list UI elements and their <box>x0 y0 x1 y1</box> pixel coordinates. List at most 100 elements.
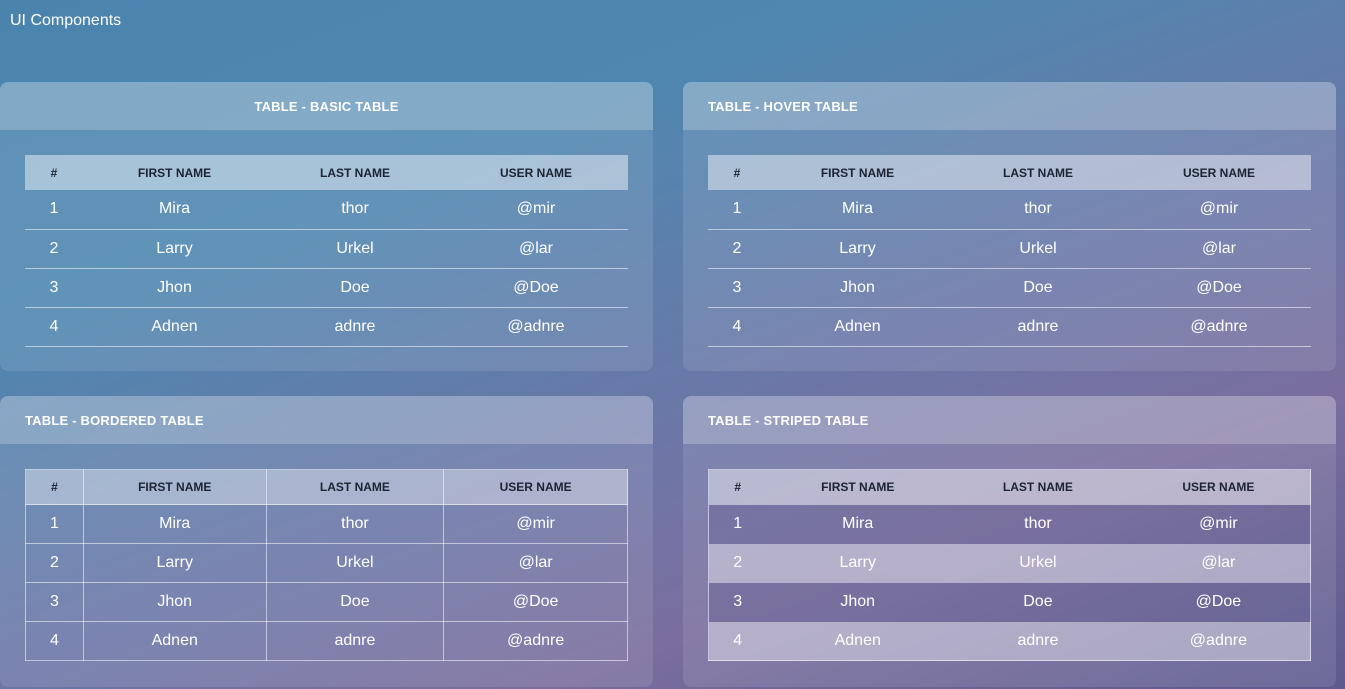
table-row[interactable]: 4 Adnen adnre @adnre <box>708 307 1311 347</box>
cell-num: 2 <box>25 229 83 269</box>
cell-last-name: adnre <box>265 621 445 661</box>
cell-first-name: Adnen <box>766 307 949 347</box>
card-title: TABLE - BORDERED TABLE <box>0 396 653 444</box>
table-row[interactable]: 3 Jhon Doe @Doe <box>708 268 1311 308</box>
cell-first-name: Mira <box>82 504 267 544</box>
cell-user-name: @lar <box>1126 543 1311 583</box>
cell-num: 1 <box>25 190 83 230</box>
cell-user-name: @adnre <box>1127 307 1311 347</box>
cell-last-name: Doe <box>949 268 1127 308</box>
cell-last-name: adnre <box>949 621 1127 661</box>
column-header-user-name: USER NAME <box>1127 155 1311 190</box>
basic-table-card: TABLE - BASIC TABLE # FIRST NAME LAST NA… <box>0 82 653 371</box>
table-row: 4 Adnen adnre @adnre <box>25 621 628 661</box>
card-title: TABLE - STRIPED TABLE <box>683 396 1336 444</box>
cell-last-name: Doe <box>266 268 444 308</box>
cell-last-name: adnre <box>949 307 1127 347</box>
cell-last-name: Doe <box>265 582 445 622</box>
table-row: 3 Jhon Doe @Doe <box>25 268 628 308</box>
cell-last-name: Urkel <box>949 229 1127 269</box>
column-header-last-name: LAST NAME <box>266 155 444 190</box>
column-header-num: # <box>25 155 83 190</box>
cell-num: 3 <box>25 582 84 622</box>
cell-last-name: Urkel <box>266 229 444 269</box>
table-row[interactable]: 1 Mira thor @mir <box>708 190 1311 230</box>
column-header-num: # <box>708 155 766 190</box>
cell-first-name: Adnen <box>82 621 267 661</box>
column-header-first-name: FIRST NAME <box>766 155 949 190</box>
bordered-table-card: TABLE - BORDERED TABLE # FIRST NAME LAST… <box>0 396 653 687</box>
cell-num: 3 <box>25 268 83 308</box>
table-row: 1 Mira thor @mir <box>25 190 628 230</box>
hover-table: # FIRST NAME LAST NAME USER NAME 1 Mira … <box>708 155 1311 347</box>
table-row: 3 Jhon Doe @Doe <box>25 582 628 622</box>
cell-num: 2 <box>708 229 766 269</box>
cell-user-name: @mir <box>444 190 628 230</box>
cell-first-name: Adnen <box>766 621 950 661</box>
column-header-user-name: USER NAME <box>1126 469 1311 505</box>
table-row: 2 Larry Urkel @lar <box>25 229 628 269</box>
hover-table-card: TABLE - HOVER TABLE # FIRST NAME LAST NA… <box>683 82 1336 371</box>
cell-first-name: Larry <box>766 543 950 583</box>
cell-first-name: Jhon <box>82 582 267 622</box>
column-header-first-name: FIRST NAME <box>83 155 266 190</box>
cell-user-name: @Doe <box>1126 582 1311 622</box>
cell-first-name: Mira <box>766 190 949 230</box>
basic-table: # FIRST NAME LAST NAME USER NAME 1 Mira … <box>25 155 628 347</box>
column-header-last-name: LAST NAME <box>265 469 445 505</box>
table-row: 2 Larry Urkel @lar <box>708 543 1311 583</box>
column-header-last-name: LAST NAME <box>949 469 1127 505</box>
cell-first-name: Adnen <box>83 307 266 347</box>
striped-table-card: TABLE - STRIPED TABLE # FIRST NAME LAST … <box>683 396 1336 687</box>
table-row: 4 Adnen adnre @adnre <box>708 621 1311 661</box>
cell-user-name: @Doe <box>1127 268 1311 308</box>
cell-first-name: Jhon <box>766 582 950 622</box>
cell-user-name: @lar <box>444 229 628 269</box>
cell-num: 3 <box>708 582 767 622</box>
cell-user-name: @lar <box>1127 229 1311 269</box>
cell-last-name: Doe <box>949 582 1127 622</box>
cell-last-name: thor <box>949 504 1127 544</box>
cell-num: 2 <box>25 543 84 583</box>
cell-user-name: @lar <box>443 543 628 583</box>
column-header-user-name: USER NAME <box>444 155 628 190</box>
table-row[interactable]: 2 Larry Urkel @lar <box>708 229 1311 269</box>
column-header-num: # <box>25 469 84 505</box>
bordered-table: # FIRST NAME LAST NAME USER NAME 1 Mira … <box>25 469 628 661</box>
cell-user-name: @mir <box>443 504 628 544</box>
cell-last-name: thor <box>949 190 1127 230</box>
table-row: 3 Jhon Doe @Doe <box>708 582 1311 622</box>
table-row: 1 Mira thor @mir <box>25 504 628 544</box>
card-title: TABLE - BASIC TABLE <box>0 82 653 130</box>
table-header-row: # FIRST NAME LAST NAME USER NAME <box>708 469 1311 505</box>
cell-user-name: @Doe <box>443 582 628 622</box>
cell-last-name: thor <box>266 190 444 230</box>
cell-last-name: Urkel <box>949 543 1127 583</box>
column-header-last-name: LAST NAME <box>949 155 1127 190</box>
cell-last-name: adnre <box>266 307 444 347</box>
cell-first-name: Mira <box>766 504 950 544</box>
cell-user-name: @mir <box>1127 190 1311 230</box>
cell-first-name: Larry <box>766 229 949 269</box>
cell-first-name: Jhon <box>83 268 266 308</box>
cell-num: 4 <box>708 307 766 347</box>
cell-first-name: Larry <box>83 229 266 269</box>
table-row: 1 Mira thor @mir <box>708 504 1311 544</box>
cell-first-name: Mira <box>83 190 266 230</box>
cell-first-name: Larry <box>82 543 267 583</box>
cell-num: 4 <box>25 621 84 661</box>
table-row: 2 Larry Urkel @lar <box>25 543 628 583</box>
column-header-num: # <box>708 469 767 505</box>
cell-user-name: @adnre <box>444 307 628 347</box>
table-header-row: # FIRST NAME LAST NAME USER NAME <box>25 155 628 190</box>
column-header-first-name: FIRST NAME <box>82 469 267 505</box>
cell-num: 1 <box>708 504 767 544</box>
card-title: TABLE - HOVER TABLE <box>683 82 1336 130</box>
table-row: 4 Adnen adnre @adnre <box>25 307 628 347</box>
cell-num: 3 <box>708 268 766 308</box>
cell-num: 1 <box>25 504 84 544</box>
table-header-row: # FIRST NAME LAST NAME USER NAME <box>25 469 628 505</box>
column-header-user-name: USER NAME <box>443 469 628 505</box>
cell-num: 4 <box>25 307 83 347</box>
column-header-first-name: FIRST NAME <box>766 469 950 505</box>
